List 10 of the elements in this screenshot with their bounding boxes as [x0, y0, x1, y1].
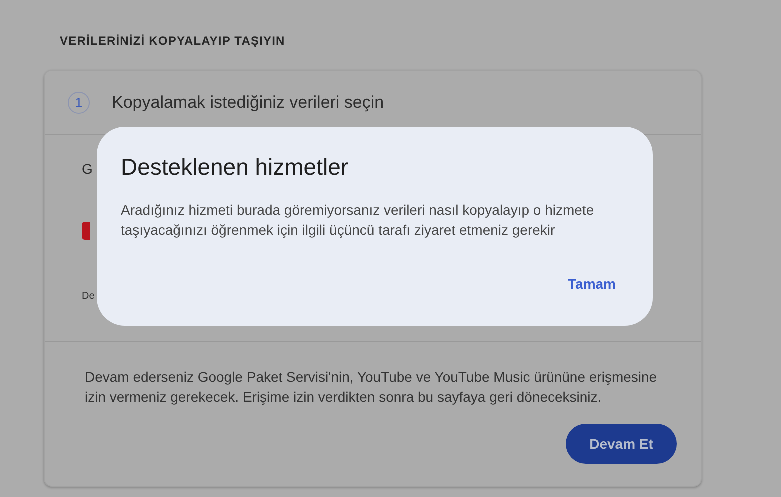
- access-notice: Devam ederseniz Google Paket Servisi'nin, YouTube ve YouTube Music ürününe erişmesine izin vermeniz gerekecek. Erişime izin verdikten sonra bu sayfaya geri döneceksiniz.: [85, 368, 658, 407]
- dialog-message: Aradığınız hizmeti burada göremiyorsanız verileri nasıl kopyalayıp o hizmete taşıyacağınızı öğrenmek için ilgili üçüncü tarafı ziyaret etmeniz gerekir: [121, 201, 596, 240]
- step-number: 1: [68, 92, 90, 114]
- step-title: Kopyalamak istediğiniz verileri seçin: [112, 92, 384, 112]
- dialog-title: Desteklenen hizmetler: [121, 153, 350, 182]
- ok-button[interactable]: Tamam: [556, 272, 628, 296]
- partial-text: G: [82, 161, 93, 177]
- continue-button[interactable]: Devam Et: [566, 424, 677, 464]
- section-heading: VERİLERİNİZİ KOPYALAYIP TAŞIYIN: [60, 34, 286, 48]
- partial-text: De: [82, 291, 95, 302]
